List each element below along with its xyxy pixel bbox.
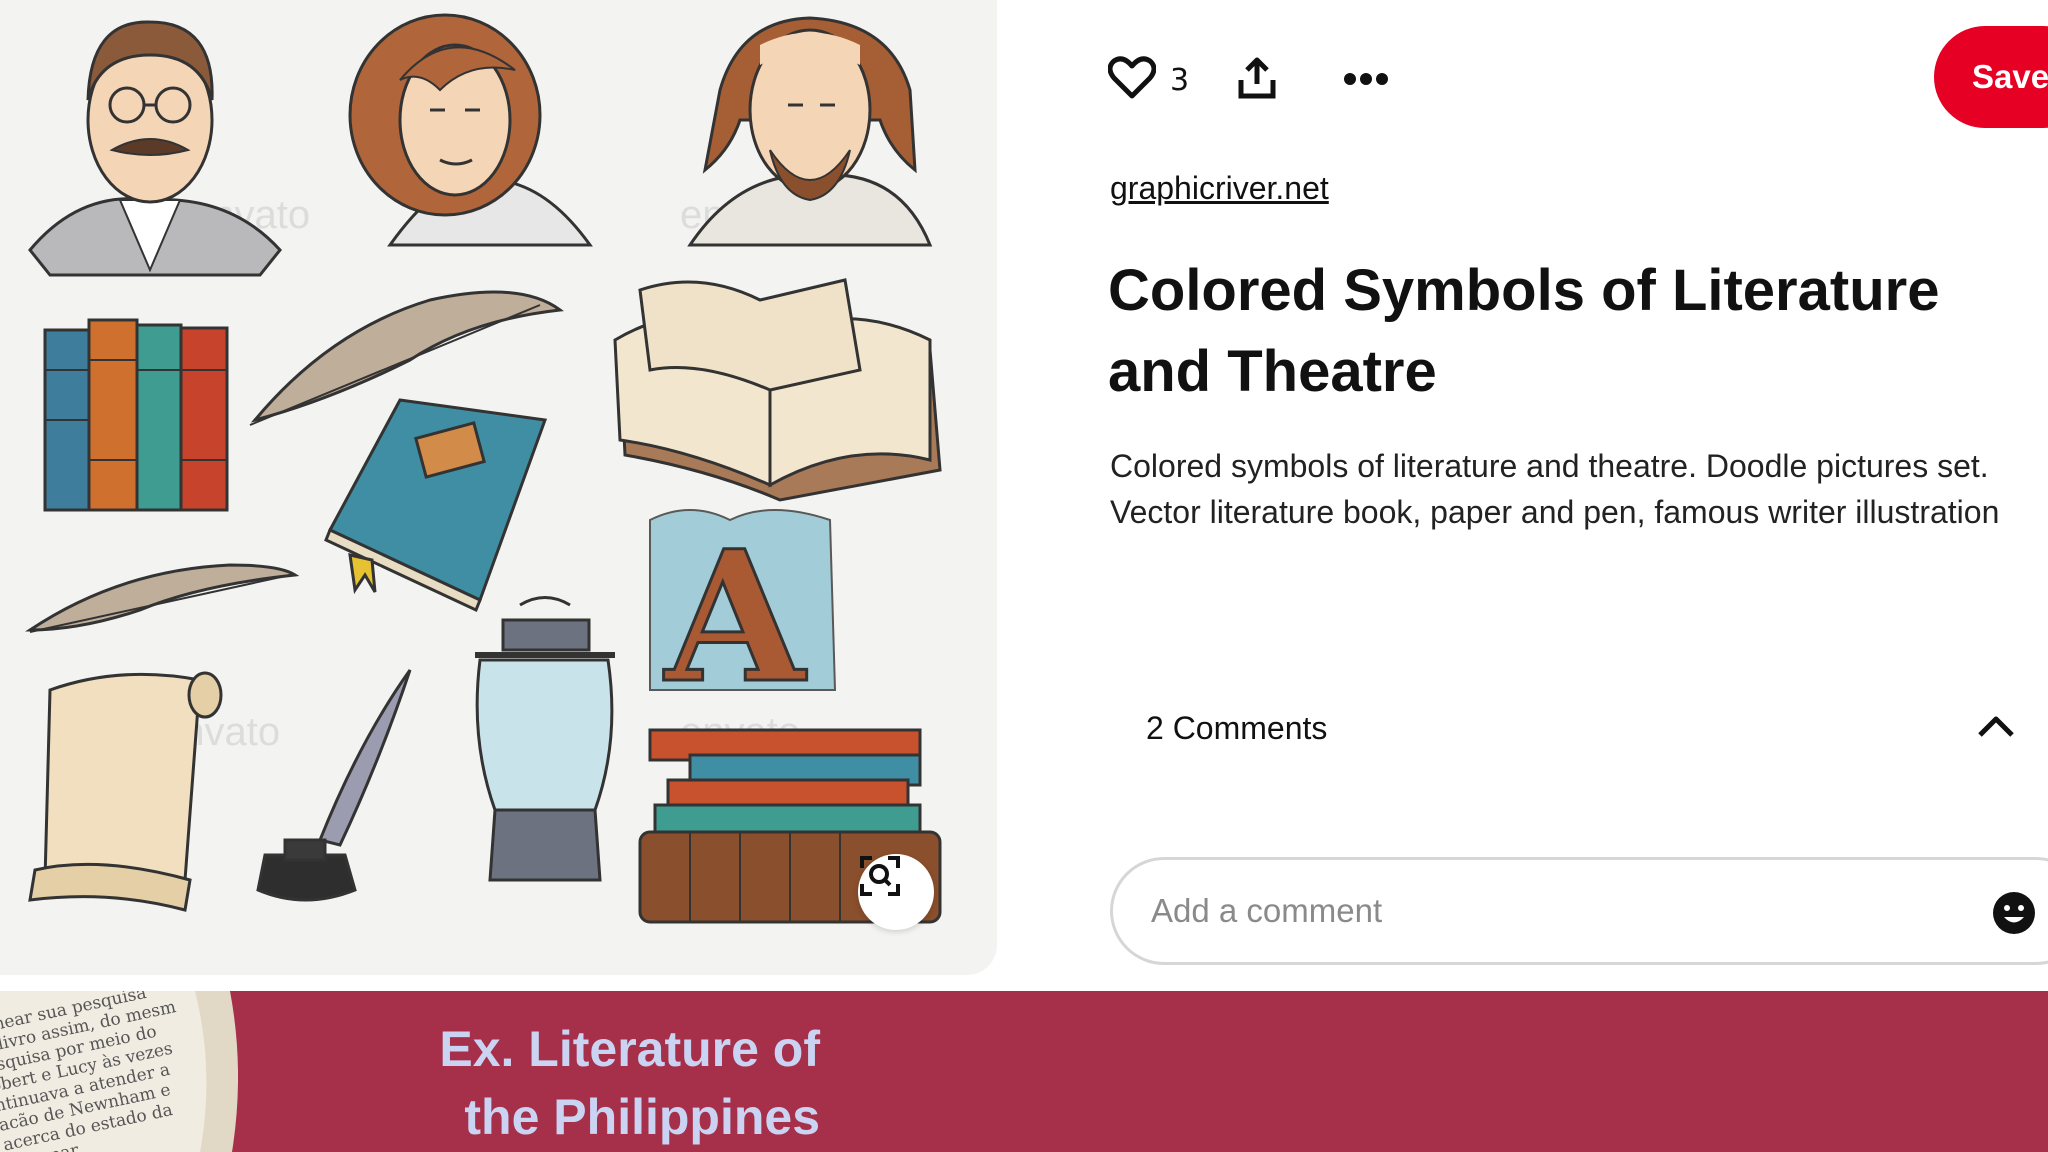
pin-description: Colored symbols of literature and theatr… <box>1110 448 2000 530</box>
banner-title: Ex. Literature of the Philippines <box>439 1021 820 1145</box>
heart-icon <box>1107 56 1157 104</box>
source-link[interactable]: graphicriver.net <box>1110 170 1329 207</box>
literature-symbols-illustration: envato envato envato envato <box>25 13 942 924</box>
blue-book <box>324 398 548 613</box>
oil-lantern <box>475 596 615 882</box>
share-icon <box>1237 56 1277 104</box>
writer-portrait-glasses <box>28 20 282 277</box>
save-button[interactable]: Save <box>1934 26 2048 128</box>
like-count: 3 <box>1170 62 1190 98</box>
comment-box <box>1110 857 2048 965</box>
share-button[interactable] <box>1237 56 1277 104</box>
quill-feather-middle <box>25 563 300 633</box>
emoji-button[interactable] <box>1991 890 2037 940</box>
standing-books <box>43 318 229 512</box>
visual-search-button[interactable] <box>858 854 934 930</box>
chevron-up-icon <box>1976 713 2016 743</box>
more-icon <box>1343 71 1389 90</box>
writer-portrait-curly <box>348 13 593 247</box>
illuminated-letter: A <box>649 509 837 725</box>
pin-image[interactable]: envato envato envato envato <box>0 0 997 975</box>
emoji-icon <box>1991 892 2037 940</box>
open-book <box>613 278 942 502</box>
inkwell-quill <box>256 669 412 902</box>
svg-text:A: A <box>663 512 807 723</box>
writer-portrait-shakespeare <box>687 16 933 247</box>
slide-banner: olhear sua pesquisa o livro assim, do me… <box>0 991 2048 1152</box>
more-options-button[interactable] <box>1343 71 1389 90</box>
comments-toggle[interactable]: 2 Comments <box>1146 700 2016 756</box>
pin-action-bar: 3 <box>1107 50 1389 110</box>
book-page-photo: olhear sua pesquisa o livro assim, do me… <box>0 991 238 1152</box>
comments-count: 2 Comments <box>1146 709 1328 746</box>
pin-title: Colored Symbols of Literature and Theatr… <box>1108 258 1940 404</box>
comment-input[interactable] <box>1149 891 1953 931</box>
paper-scroll <box>28 671 223 912</box>
like-button[interactable] <box>1107 56 1157 104</box>
